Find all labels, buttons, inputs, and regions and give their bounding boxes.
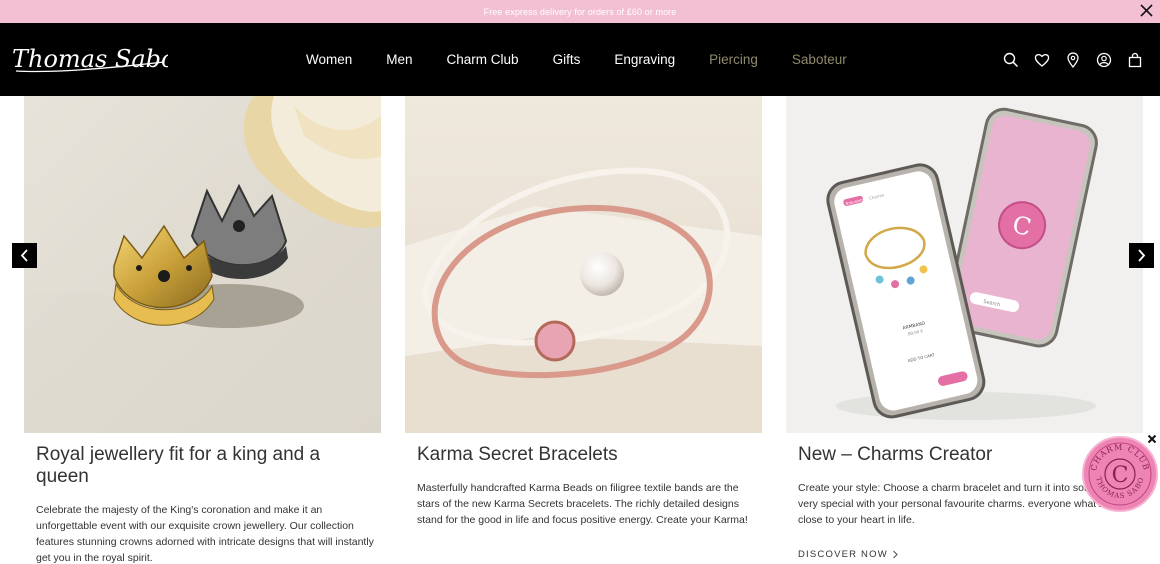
search-icon[interactable] [1002,51,1020,69]
carousel-prev-button[interactable] [12,243,37,268]
nav-women[interactable]: Women [306,52,352,67]
chevron-right-icon [893,550,898,559]
nav-men[interactable]: Men [386,52,412,67]
location-pin-icon[interactable] [1064,51,1082,69]
logo-graphic: Thomas Sabo [12,45,176,73]
svg-text:C: C [1112,463,1129,488]
charm-club-logo: CHARM CLUB THOMAS SABO C [1088,442,1152,506]
header-icons [1002,23,1144,96]
site-header: Thomas Sabo Women Men Charm Club Gifts E… [0,23,1160,96]
karma-bracelets-image[interactable] [405,96,762,433]
chevron-right-icon [1138,249,1146,262]
chevron-left-icon [20,249,28,262]
pearl-bead [580,252,624,296]
nav-piercing[interactable]: Piercing [709,52,758,67]
charms-creator-app-image[interactable]: C Search Bracelets Charms ARMBAND 89,00 … [786,96,1143,433]
rose-quartz-bead [534,320,576,362]
nav-saboteur[interactable]: Saboteur [792,52,847,67]
main-nav: Women Men Charm Club Gifts Engraving Pie… [306,23,881,96]
teaser-carousel: Royal jewellery fit for a king and a que… [0,96,1160,564]
thomas-sabo-logo[interactable]: Thomas Sabo [12,42,176,78]
crown-rings-image[interactable] [24,96,381,433]
teaser-card-royal-jewellery[interactable]: Royal jewellery fit for a king and a que… [24,96,381,564]
card-title[interactable]: Royal jewellery fit for a king and a que… [36,444,376,488]
carousel-next-button[interactable] [1129,243,1154,268]
close-icon[interactable] [1139,3,1154,18]
discover-now-link[interactable]: DISCOVER NOW [798,549,899,560]
card-title[interactable]: Karma Secret Bracelets [417,444,757,466]
shopping-bag-icon[interactable] [1126,51,1144,69]
teaser-card-karma-bracelets[interactable]: Karma Secret Bracelets Masterfully handc… [405,96,762,526]
nav-charm-club[interactable]: Charm Club [447,52,519,67]
teaser-card-charms-creator[interactable]: C Search Bracelets Charms ARMBAND 89,00 … [786,96,1143,560]
nav-engraving[interactable]: Engraving [614,52,675,67]
heart-icon[interactable] [1033,51,1051,69]
account-icon[interactable] [1095,51,1113,69]
card-text: Create your style: Choose a charm bracel… [798,482,1122,526]
promo-text: Free express delivery for orders of £60 … [483,6,677,17]
nav-gifts[interactable]: Gifts [553,52,581,67]
promo-bar: Free express delivery for orders of £60 … [0,0,1160,23]
card-text: Celebrate the majesty of the King's coro… [36,504,374,564]
charm-club-badge[interactable]: CHARM CLUB THOMAS SABO C [1082,436,1158,512]
card-text: Masterfully handcrafted Karma Beads on f… [417,482,748,526]
discover-now-label: DISCOVER NOW [798,549,888,560]
